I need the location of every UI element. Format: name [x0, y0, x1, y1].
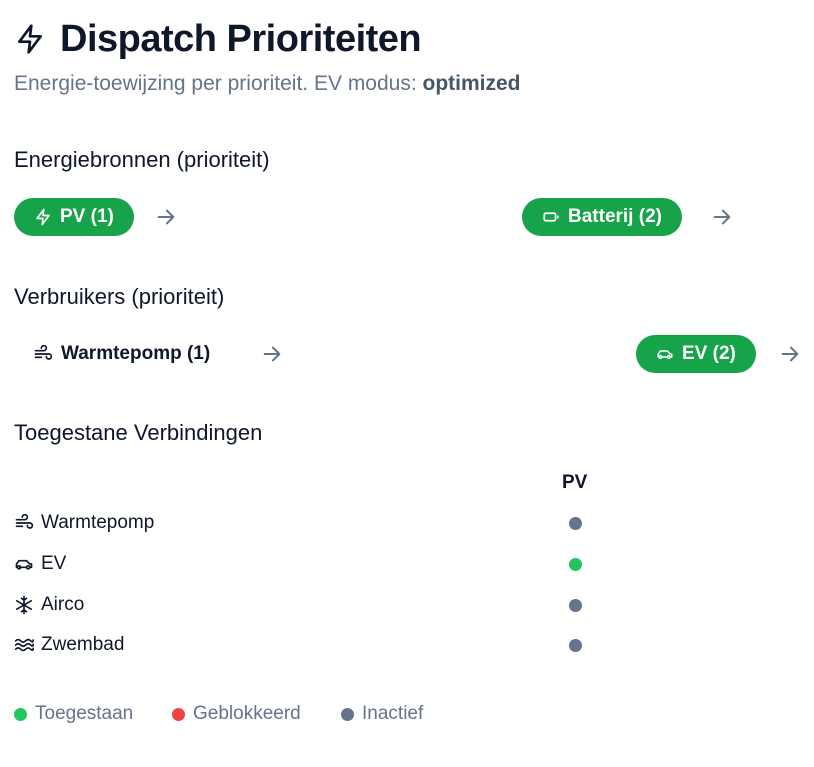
dispatch-priorities-page: Dispatch Prioriteiten Energie-toewijzing… — [0, 0, 814, 767]
source-pill-batterij[interactable]: Batterij (2) — [522, 198, 682, 236]
car-icon — [15, 559, 33, 570]
car-icon — [657, 350, 673, 360]
arrow-right-icon — [261, 343, 283, 365]
status-dot-inactive[interactable] — [569, 599, 582, 612]
waves-icon — [14, 638, 34, 652]
status-dot-allowed[interactable] — [569, 558, 582, 571]
arrow-right-icon — [711, 206, 733, 228]
connection-row-warmtepomp: Warmtepomp — [14, 510, 154, 536]
legend-label: Toegestaan — [35, 703, 134, 724]
column-header-pv: PV — [562, 472, 588, 493]
connections-heading: Toegestane Verbindingen — [14, 420, 263, 445]
consumer-pill-label: EV (2) — [682, 343, 736, 364]
legend-label: Geblokkeerd — [193, 703, 301, 724]
consumer-pill-ev[interactable]: EV (2) — [636, 335, 756, 373]
legend-dot-inactive — [341, 707, 354, 721]
source-pill-label: Batterij (2) — [568, 206, 662, 227]
connection-row-zwembad: Zwembad — [14, 632, 124, 658]
wind-icon — [34, 344, 53, 360]
connection-row-airco: Airco — [14, 592, 84, 618]
status-dot-inactive[interactable] — [569, 517, 582, 530]
connection-row-label: Zwembad — [41, 634, 125, 655]
arrow-right-icon — [155, 206, 177, 228]
connection-row-label: Warmtepomp — [41, 512, 155, 533]
source-pill-pv[interactable]: PV (1) — [14, 198, 134, 236]
arrow-right-icon — [779, 343, 801, 365]
legend-dot-blocked — [172, 707, 185, 721]
lightning-icon — [18, 24, 42, 54]
legend-dot-allowed — [14, 707, 27, 721]
consumer-label: Warmtepomp (1) — [61, 343, 211, 364]
lightning-icon — [36, 208, 50, 226]
title-row: Dispatch Prioriteiten — [14, 16, 422, 62]
consumer-item-warmtepomp[interactable]: Warmtepomp (1) — [33, 335, 210, 373]
legend-item-allowed: Toegestaan — [14, 702, 133, 726]
page-subtitle: Energie-toewijzing per prioriteit. EV mo… — [14, 72, 521, 96]
page-title: Dispatch Prioriteiten — [60, 17, 422, 60]
connection-row-ev: EV — [14, 551, 66, 577]
sources-heading: Energiebronnen (prioriteit) — [14, 147, 270, 172]
ev-mode-value: optimized — [422, 72, 521, 95]
legend-item-blocked: Geblokkeerd — [172, 702, 301, 726]
consumers-heading: Verbruikers (prioriteit) — [14, 284, 225, 309]
wind-icon — [15, 513, 34, 529]
snowflake-icon — [15, 595, 33, 615]
connection-row-label: Airco — [41, 594, 85, 615]
status-dot-inactive[interactable] — [569, 639, 582, 652]
battery-icon — [543, 212, 559, 222]
legend-item-inactive: Inactief — [341, 702, 423, 726]
subtitle-text: Energie-toewijzing per prioriteit. EV mo… — [14, 72, 423, 95]
connection-row-label: EV — [41, 553, 67, 574]
source-pill-label: PV (1) — [60, 206, 114, 227]
legend-label: Inactief — [362, 703, 424, 724]
